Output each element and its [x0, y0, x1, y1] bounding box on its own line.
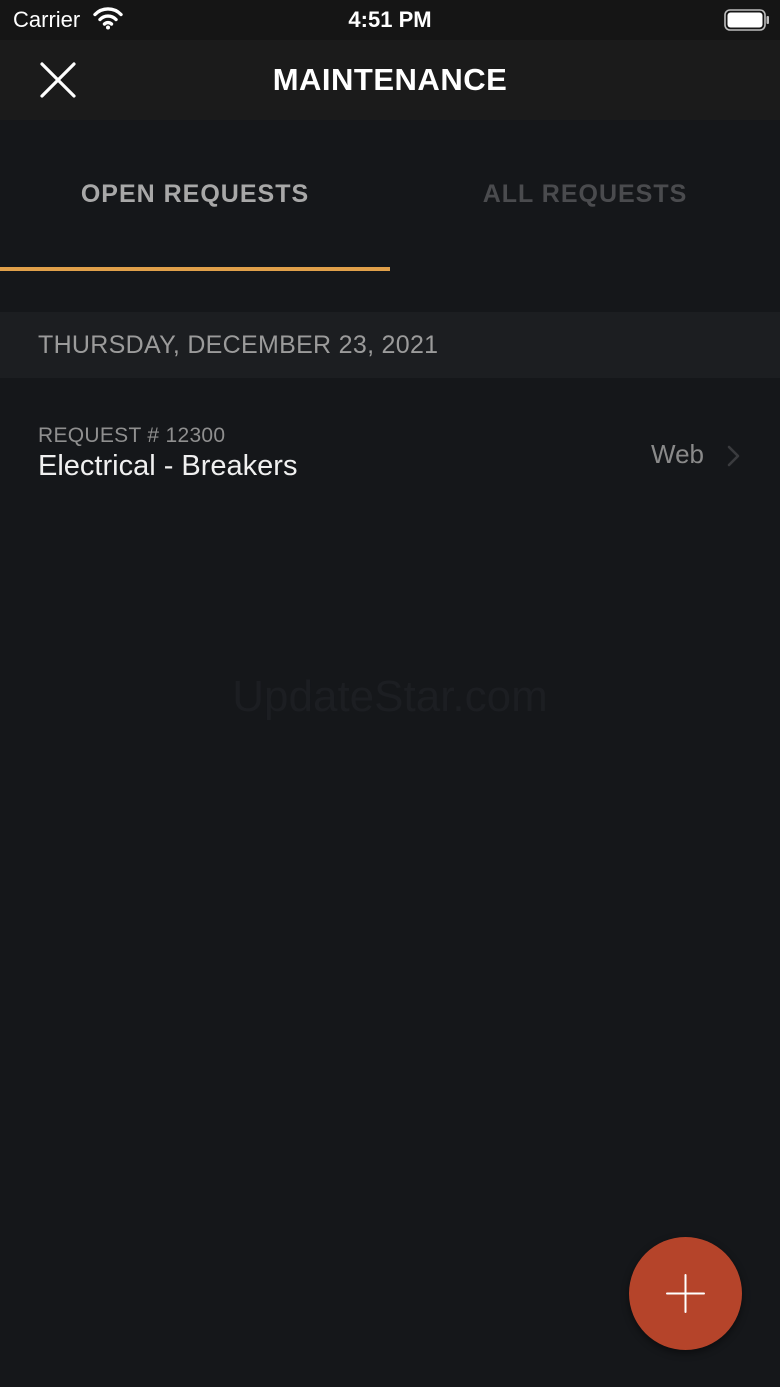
- chevron-right-icon: [726, 444, 742, 468]
- tab-open-requests[interactable]: OPEN REQUESTS: [0, 120, 390, 272]
- request-list-item[interactable]: REQUEST # 12300 Electrical - Breakers We…: [0, 410, 780, 500]
- tab-bar: OPEN REQUESTS ALL REQUESTS: [0, 120, 780, 272]
- section-date-header: THURSDAY, DECEMBER 23, 2021: [0, 312, 780, 378]
- request-source: Web: [651, 439, 704, 469]
- status-time: 4:51 PM: [348, 7, 432, 32]
- request-number: REQUEST # 12300: [38, 424, 226, 447]
- add-request-button[interactable]: [629, 1237, 742, 1350]
- nav-bar: MAINTENANCE: [0, 40, 780, 120]
- request-title: Electrical - Breakers: [38, 450, 298, 482]
- plus-icon: [666, 1274, 705, 1313]
- tab-selected-indicator: [0, 267, 390, 271]
- page-title: MAINTENANCE: [272, 62, 508, 97]
- battery-icon: [724, 9, 770, 31]
- section-date-label: THURSDAY, DECEMBER 23, 2021: [38, 331, 439, 359]
- status-bar: Carrier 4:51 PM: [0, 0, 780, 40]
- tab-all-requests[interactable]: ALL REQUESTS: [390, 120, 780, 272]
- watermark: UpdateStar.com: [232, 672, 548, 721]
- tab-all-requests-label: ALL REQUESTS: [482, 180, 688, 208]
- tab-open-requests-label: OPEN REQUESTS: [80, 180, 310, 208]
